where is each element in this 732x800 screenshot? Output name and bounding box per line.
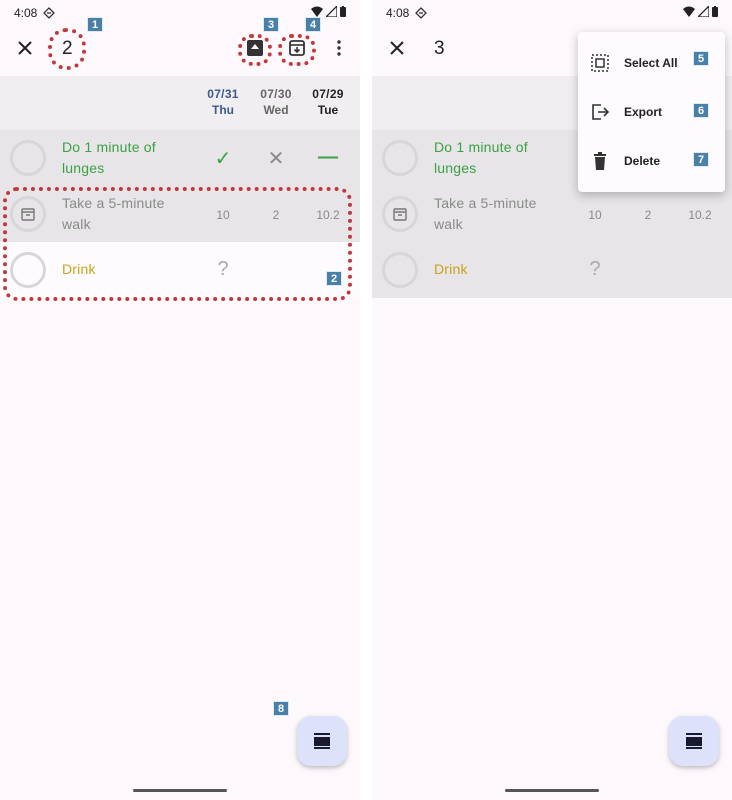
day-column-1: 07/30 Wed (251, 86, 301, 118)
fab-button[interactable] (297, 716, 347, 766)
annotation-label: 3 (263, 17, 279, 32)
archived-badge-icon (382, 196, 418, 232)
signal-icon (326, 6, 337, 17)
check-mark-icon[interactable]: ✓ (198, 146, 248, 171)
day-column-2: 07/29 Tue (303, 86, 353, 118)
view-agenda-icon (686, 733, 702, 749)
home-indicator[interactable] (133, 789, 227, 792)
habit-name: Do 1 minute of lunges (62, 139, 156, 176)
day-date: 07/29 (312, 87, 344, 101)
day-date: 07/30 (260, 87, 292, 101)
menu-item-label: Export (624, 105, 663, 119)
habit-score-ring (382, 140, 418, 176)
battery-icon (712, 6, 718, 17)
select-all-icon (591, 54, 609, 72)
habit-value[interactable]: 2 (623, 208, 673, 222)
day-weekday: Wed (263, 103, 289, 117)
annotation-label: 1 (87, 17, 103, 32)
habit-score-ring (382, 252, 418, 288)
skip-dash-icon[interactable]: — (303, 146, 353, 169)
unknown-mark-icon[interactable]: ? (570, 258, 620, 281)
annotation-highlight-count (48, 28, 86, 70)
more-vert-icon (337, 40, 341, 56)
menu-item-label: Delete (624, 154, 661, 168)
status-bar: 4:08 (372, 0, 732, 26)
annotation-label: 8 (273, 701, 289, 716)
signal-icon (698, 6, 709, 17)
annotation-highlight-archive (278, 34, 316, 66)
day-weekday: Tue (317, 103, 339, 117)
close-icon[interactable] (384, 35, 410, 61)
app-notification-icon (415, 7, 428, 19)
status-icons (311, 6, 346, 17)
annotation-label: 2 (326, 271, 342, 286)
habit-value[interactable]: 10.2 (675, 208, 725, 222)
habit-score-ring (10, 140, 46, 176)
annotation-highlight-unarchive (238, 34, 272, 66)
status-icons (683, 6, 718, 17)
annotation-label: 5 (693, 51, 709, 66)
view-agenda-icon (314, 733, 330, 749)
habit-name: Take a 5-minute walk (434, 195, 537, 232)
annotation-label: 6 (693, 103, 709, 118)
fab-button[interactable] (669, 716, 719, 766)
habit-row[interactable]: Drink ? (372, 242, 732, 298)
habit-row[interactable]: Take a 5-minute walk 10 2 10.2 (372, 186, 732, 242)
habit-name: Drink (434, 261, 468, 277)
selected-count: 3 (434, 38, 445, 59)
close-icon[interactable] (12, 35, 38, 61)
menu-item-label: Select All (624, 56, 678, 70)
day-date: 07/31 (207, 87, 239, 101)
wifi-icon (311, 6, 323, 17)
day-column-0: 07/31 Thu (198, 86, 248, 118)
cross-mark-icon[interactable]: ✕ (251, 146, 301, 171)
habit-value[interactable]: 10 (570, 208, 620, 222)
habit-row[interactable]: Do 1 minute of lunges ✓ ✕ — (0, 130, 360, 186)
delete-icon (594, 152, 606, 170)
status-time: 4:08 (14, 6, 38, 20)
annotation-highlight-rows (3, 187, 352, 301)
status-time: 4:08 (386, 6, 410, 20)
annotation-label: 4 (305, 17, 321, 32)
annotation-label: 7 (693, 152, 709, 167)
home-indicator[interactable] (505, 789, 599, 792)
export-icon (592, 104, 610, 120)
more-options-button[interactable] (327, 36, 351, 60)
habit-name: Do 1 minute of lunges (434, 139, 528, 176)
app-notification-icon (43, 7, 56, 19)
wifi-icon (683, 6, 695, 17)
day-header: 07/31 Thu 07/30 Wed 07/29 Tue (0, 76, 360, 130)
right-screen: 4:08 3 Do 1 minute of lunges Take a 5-mi… (372, 0, 732, 800)
left-screen: 4:08 2 07/31 Thu 07/30 Wed 07/29 Tue Do … (0, 0, 360, 800)
battery-icon (340, 6, 346, 17)
day-weekday: Thu (212, 103, 234, 117)
